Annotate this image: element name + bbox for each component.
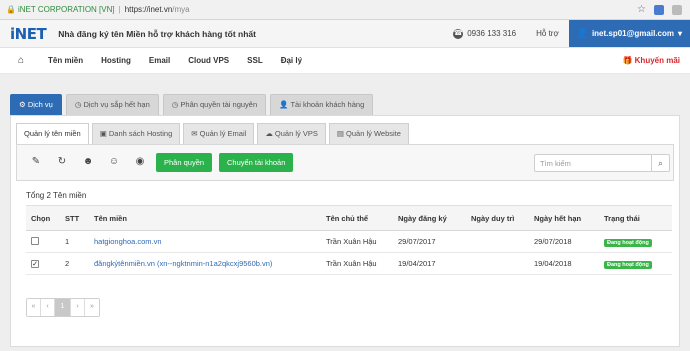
tagline: Nhà đăng ký tên Miền hỗ trợ khách hàng t…	[58, 28, 256, 39]
status-badge: Đang hoạt động	[604, 260, 652, 269]
caret-down-icon: ▾	[677, 29, 682, 38]
support-link[interactable]: Hỗ trợ	[526, 29, 569, 38]
domain-link[interactable]: hatgionghoa.com.vn	[94, 237, 162, 246]
tab-tai-khoan-khach-hang[interactable]: 👤 Tài khoản khách hàng	[270, 94, 374, 115]
row-owner: Trần Xuân Hậu	[321, 252, 393, 275]
phan-quyen-button[interactable]: Phân quyền	[156, 153, 213, 172]
status-badge: Đang hoạt động	[604, 238, 652, 247]
nav-item-hosting[interactable]: Hosting	[101, 56, 131, 65]
tab-phan-quyen[interactable]: ◷ Phân quyền tài nguyên	[162, 94, 267, 115]
chuyen-tai-khoan-button[interactable]: Chuyển tài khoản	[219, 153, 294, 172]
col-ten-chu-the[interactable]: Tên chủ thể	[321, 205, 393, 231]
table-row: 1 hatgionghoa.com.vn Trần Xuân Hậu 29/07…	[26, 230, 672, 253]
bookmark-star-icon[interactable]: ☆	[637, 4, 646, 15]
next-page-button[interactable]: ›	[71, 299, 85, 316]
robot-icon[interactable]: ☻	[82, 156, 94, 167]
row-exp-date: 29/07/2018	[529, 230, 599, 253]
tab-quan-ly-vps[interactable]: ☁ Quản lý VPS	[257, 123, 326, 144]
search-icon[interactable]: ⌕	[652, 154, 670, 172]
row-reg-date: 29/07/2017	[393, 230, 466, 253]
secure-label: iNET CORPORATION [VN]	[18, 5, 115, 14]
tab-quan-ly-ten-mien[interactable]: Quản lý tên miền	[16, 123, 89, 145]
lock-icon: 🔒	[6, 5, 16, 14]
row-stt: 1	[60, 230, 89, 253]
prev-page-button[interactable]: ‹	[41, 299, 55, 316]
inet-logo[interactable]: iNET	[10, 25, 47, 43]
row-exp-date: 19/04/2018	[529, 252, 599, 275]
nav-item-email[interactable]: Email	[149, 56, 170, 65]
nav-item-ssl[interactable]: SSL	[247, 56, 263, 65]
url-text[interactable]: https://inet.vn/mya	[125, 5, 190, 14]
col-ngay-duy-tri[interactable]: Ngày duy trì	[466, 205, 529, 231]
main-nav: ⌂ Tên miền Hosting Email Cloud VPS SSL Đ…	[0, 48, 690, 74]
extension-icon[interactable]	[654, 4, 664, 15]
promo-link[interactable]: 🎁 Khuyến mãi	[622, 56, 680, 65]
nav-item-cloud-vps[interactable]: Cloud VPS	[188, 56, 229, 65]
search-input[interactable]: Tìm kiếm	[534, 154, 652, 172]
col-ten-mien[interactable]: Tên miền	[89, 205, 321, 231]
table-row: ✓ 2 đăngkýtênmiền.vn (xn--ngktnmin-n1a2q…	[26, 252, 672, 275]
user-menu[interactable]: 👤 inet.sp01@gmail.com ▾	[568, 20, 690, 47]
browser-address-bar[interactable]: 🔒 iNET CORPORATION [VN] | https://inet.v…	[0, 0, 690, 20]
pagination: « ‹ 1 › »	[26, 298, 100, 317]
table-header-row: Chọn STT Tên miền Tên chủ thể Ngày đăng …	[26, 205, 672, 231]
tab-danh-sach-hosting[interactable]: ▣ Danh sách Hosting	[91, 123, 181, 144]
gift-icon: 🎁	[622, 56, 633, 65]
user-email: inet.sp01@gmail.com	[591, 29, 674, 38]
row-maint-date	[466, 230, 529, 253]
col-trang-thai[interactable]: Trạng thái	[599, 205, 672, 231]
row-maint-date	[466, 252, 529, 275]
extension-icon[interactable]	[672, 4, 682, 15]
row-checkbox[interactable]	[31, 236, 39, 245]
tab-dich-vu[interactable]: ⚙ Dịch vụ	[10, 94, 62, 115]
row-owner: Trần Xuân Hậu	[321, 230, 393, 253]
domain-link[interactable]: đăngkýtênmiền.vn (xn--ngktnmin-n1a2qkcxj…	[94, 259, 272, 268]
row-stt: 2	[60, 252, 89, 275]
nav-item-ten-mien[interactable]: Tên miền	[48, 56, 83, 65]
user-icon: 👤	[576, 28, 588, 38]
support-icon[interactable]: ☺	[108, 156, 120, 167]
nav-item-dai-ly[interactable]: Đại lý	[281, 56, 302, 65]
last-page-button[interactable]: »	[85, 299, 99, 316]
phone-number: 0936 133 316	[467, 29, 517, 38]
separator: |	[118, 5, 121, 14]
row-checkbox-checked[interactable]: ✓	[31, 260, 39, 268]
tab-quan-ly-email[interactable]: ✉ Quản lý Email	[183, 123, 255, 144]
site-header: iNET Nhà đăng ký tên Miền hỗ trợ khách h…	[0, 20, 690, 48]
domain-table: Chọn STT Tên miền Tên chủ thể Ngày đăng …	[26, 205, 672, 275]
col-stt[interactable]: STT	[60, 205, 89, 231]
page-1-button[interactable]: 1	[55, 299, 71, 316]
first-page-button[interactable]: «	[27, 299, 41, 316]
row-reg-date: 19/04/2017	[393, 252, 466, 275]
home-icon[interactable]: ⌂	[18, 55, 30, 66]
view-icon[interactable]: ◉	[134, 156, 146, 167]
phone-contact[interactable]: ☎ 0936 133 316	[443, 28, 526, 39]
edit-icon[interactable]: ✎	[30, 156, 42, 167]
refresh-icon[interactable]: ↻	[56, 156, 68, 167]
tab-quan-ly-website[interactable]: ▤ Quản lý Website	[328, 123, 409, 144]
col-ngay-dang-ky[interactable]: Ngày đăng ký	[393, 205, 466, 231]
tab-sap-het-han[interactable]: ◷ Dịch vụ sắp hết hạn	[65, 94, 159, 115]
management-tabs: Quản lý tên miền ▣ Danh sách Hosting ✉ Q…	[16, 123, 409, 145]
total-count: Tổng 2 Tên miền	[26, 191, 87, 200]
col-chon[interactable]: Chọn	[26, 205, 60, 231]
phone-icon: ☎	[453, 28, 464, 39]
col-ngay-het-han[interactable]: Ngày hết hạn	[529, 205, 599, 231]
toolbar-icons: ✎ ↻ ☻ ☺ ◉	[30, 156, 146, 167]
service-tabs: ⚙ Dịch vụ ◷ Dịch vụ sắp hết hạn ◷ Phân q…	[10, 94, 374, 115]
